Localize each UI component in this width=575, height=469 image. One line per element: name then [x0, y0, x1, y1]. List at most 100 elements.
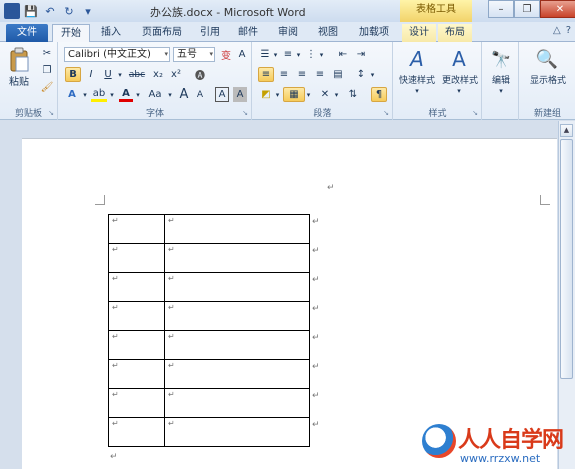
- underline-button[interactable]: U: [101, 67, 115, 82]
- bold-button[interactable]: B: [65, 67, 81, 82]
- chevron-down-icon[interactable]: ▾: [166, 87, 174, 102]
- format-painter-icon[interactable]: 🖌: [40, 80, 54, 94]
- phonetic-guide-icon[interactable]: A: [235, 46, 249, 62]
- borders-icon[interactable]: ▦: [283, 87, 305, 102]
- table-cell[interactable]: ↵: [164, 272, 310, 302]
- character-shading-icon[interactable]: A: [233, 87, 247, 102]
- copy-icon[interactable]: ❐: [40, 63, 54, 77]
- change-case-button[interactable]: Aa: [145, 87, 165, 102]
- chevron-down-icon[interactable]: ▾: [116, 67, 124, 82]
- tab-insert[interactable]: 插入: [94, 24, 128, 42]
- chevron-down-icon[interactable]: ▾: [369, 67, 376, 82]
- table-cell[interactable]: ↵: [164, 417, 310, 447]
- quick-styles-button[interactable]: 快速样式: [396, 73, 438, 86]
- show-marks-icon[interactable]: ¶: [371, 87, 387, 102]
- table-cell[interactable]: ↵: [108, 417, 165, 447]
- chevron-down-icon[interactable]: ▾: [274, 87, 281, 102]
- minimize-button[interactable]: –: [488, 0, 514, 18]
- multilevel-list-icon[interactable]: ⋮: [304, 47, 318, 62]
- tab-review[interactable]: 审阅: [272, 24, 304, 42]
- vertical-scrollbar[interactable]: ▲: [558, 121, 575, 469]
- table-cell[interactable]: ↵: [108, 272, 165, 302]
- justify-icon[interactable]: ≡: [312, 67, 328, 82]
- styles-launcher-icon[interactable]: ↘: [472, 109, 478, 117]
- tab-addins[interactable]: 加载项: [352, 24, 396, 42]
- table-cell[interactable]: ↵: [108, 301, 165, 331]
- undo-icon[interactable]: ↶: [42, 3, 58, 19]
- paste-icon[interactable]: [6, 46, 32, 74]
- minimize-ribbon-icon[interactable]: △: [553, 25, 561, 36]
- font-size-combo[interactable]: 五号 ▾: [173, 47, 215, 62]
- tab-mailings[interactable]: 邮件: [232, 24, 264, 42]
- change-styles-button[interactable]: 更改样式: [438, 73, 482, 86]
- superscript-button[interactable]: x²: [168, 67, 184, 82]
- paragraph-launcher-icon[interactable]: ↘: [383, 109, 389, 117]
- document-table[interactable]: ↵ ↵ ↵ ↵ ↵ ↵ ↵ ↵ ↵ ↵ ↵ ↵ ↵ ↵ ↵ ↵: [108, 214, 310, 447]
- tab-view[interactable]: 视图: [312, 24, 344, 42]
- align-right-icon[interactable]: ≡: [294, 67, 310, 82]
- line-spacing-icon[interactable]: ↕: [353, 67, 369, 82]
- word-app-icon[interactable]: W: [4, 3, 20, 19]
- chevron-down-icon[interactable]: ▾: [272, 47, 279, 62]
- subscript-button[interactable]: x₂: [150, 67, 166, 82]
- font-color-icon[interactable]: A: [119, 87, 133, 102]
- editing-button[interactable]: 编辑: [485, 73, 517, 86]
- distributed-icon[interactable]: ▤: [330, 67, 346, 82]
- close-button[interactable]: ✕: [540, 0, 575, 18]
- text-effects-icon[interactable]: A: [64, 87, 80, 102]
- align-left-icon[interactable]: ≡: [258, 67, 274, 82]
- strikethrough-button[interactable]: abc: [127, 67, 147, 82]
- table-cell[interactable]: ↵: [108, 214, 165, 244]
- increase-indent-icon[interactable]: ⇥: [353, 47, 369, 62]
- redo-icon[interactable]: ↻: [61, 3, 77, 19]
- clear-format-icon[interactable]: 变: [219, 46, 233, 62]
- tab-file[interactable]: 文件: [6, 24, 48, 42]
- table-cell[interactable]: ↵: [164, 301, 310, 331]
- chevron-down-icon[interactable]: ▾: [333, 87, 340, 102]
- chevron-down-icon[interactable]: ▾: [305, 87, 312, 102]
- save-icon[interactable]: 💾: [23, 3, 39, 19]
- table-cell[interactable]: ↵: [108, 388, 165, 418]
- chevron-down-icon[interactable]: ▾: [134, 87, 142, 102]
- tab-page-layout[interactable]: 页面布局: [134, 24, 190, 42]
- chevron-down-icon[interactable]: ▾: [412, 86, 422, 96]
- align-center-icon[interactable]: ≡: [276, 67, 292, 82]
- grow-font-button[interactable]: A: [177, 87, 191, 102]
- chevron-down-icon[interactable]: ▾: [318, 47, 325, 62]
- tab-references[interactable]: 引用: [194, 24, 226, 42]
- paste-button[interactable]: 粘贴: [6, 74, 32, 88]
- table-cell[interactable]: ↵: [108, 330, 165, 360]
- numbering-icon[interactable]: ≡: [281, 47, 295, 62]
- chevron-down-icon[interactable]: ▾: [81, 87, 89, 102]
- shrink-font-button[interactable]: A: [193, 87, 207, 102]
- decrease-indent-icon[interactable]: ⇤: [335, 47, 351, 62]
- clipboard-launcher-icon[interactable]: ↘: [48, 109, 54, 117]
- table-cell[interactable]: ↵: [108, 359, 165, 389]
- table-cell[interactable]: ↵: [164, 243, 310, 273]
- asian-layout-icon[interactable]: ✕: [317, 87, 333, 102]
- font-name-combo[interactable]: Calibri (中文正文) ▾: [64, 47, 170, 62]
- customize-qat-icon[interactable]: ▾: [80, 3, 96, 19]
- help-icon[interactable]: ?: [566, 25, 571, 36]
- table-cell[interactable]: ↵: [164, 388, 310, 418]
- quick-styles-icon[interactable]: A: [402, 45, 432, 73]
- binoculars-icon[interactable]: 🔭: [489, 46, 513, 72]
- text-effect-icon[interactable]: 🅐: [191, 67, 209, 82]
- character-border-button[interactable]: A: [215, 87, 229, 102]
- show-format-button[interactable]: 显示格式: [522, 73, 574, 86]
- tab-table-design[interactable]: 设计: [402, 24, 436, 42]
- chevron-down-icon[interactable]: ▾: [454, 86, 464, 96]
- bullets-icon[interactable]: ☰: [258, 47, 272, 62]
- chevron-down-icon[interactable]: ▾: [496, 86, 506, 96]
- tab-table-layout[interactable]: 布局: [438, 24, 472, 42]
- show-format-icon[interactable]: 🔍: [534, 45, 560, 73]
- shading-icon[interactable]: ◩: [258, 87, 274, 102]
- table-cell[interactable]: ↵: [108, 243, 165, 273]
- document-page[interactable]: ↵ ↵ ↵ ↵ ↵ ↵ ↵ ↵ ↵ ↵ ↵ ↵ ↵ ↵ ↵ ↵ ↵ ↵ ↵ ↵ ↵ ↵ ↵ ↵ ↵ ↵: [22, 138, 557, 469]
- tab-home[interactable]: 开始: [52, 24, 90, 42]
- scroll-thumb[interactable]: [560, 139, 573, 379]
- chevron-down-icon[interactable]: ▾: [295, 47, 302, 62]
- font-launcher-icon[interactable]: ↘: [242, 109, 248, 117]
- restore-button[interactable]: ❐: [514, 0, 540, 18]
- sort-icon[interactable]: ⇅: [345, 87, 361, 102]
